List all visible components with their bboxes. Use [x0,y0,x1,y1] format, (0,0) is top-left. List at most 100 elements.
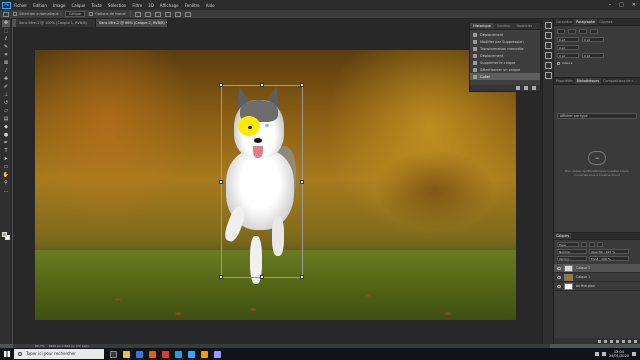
rectangle-tool-icon[interactable]: ▭ [2,164,10,171]
hand-tool-icon[interactable]: ✋ [2,172,10,179]
lasso-tool-icon[interactable]: ℓ [2,36,10,43]
dodge-tool-icon[interactable]: ● [2,132,10,139]
menu-3d[interactable]: 3D [148,3,154,8]
taskbar-search[interactable]: Taper ici pour rechercher [14,349,104,359]
eraser-tool-icon[interactable]: ▱ [2,108,10,115]
visibility-eye-icon[interactable] [557,284,561,288]
filter-adjustment-icon[interactable] [589,242,595,247]
new-group-icon[interactable] [622,339,625,343]
history-item[interactable]: Modifier par Suppression [470,38,540,45]
add-mask-icon[interactable] [610,339,613,343]
photoshop-taskbar-icon[interactable] [188,350,195,358]
volume-icon[interactable] [601,352,606,356]
camera-icon[interactable] [524,86,528,90]
menu-filter[interactable]: Filtre [132,3,142,8]
menu-view[interactable]: Affichage [160,3,179,8]
auto-select-dropdown[interactable]: Calque [64,11,86,17]
align-left-icon[interactable] [557,29,565,34]
tab-document-2[interactable]: Sans titre-2 @ 66% (Calque 2, RVB/8) * [96,19,168,27]
tab-glyphs[interactable]: Glyphes [597,19,614,25]
history-item[interactable]: Déplacement [470,31,540,38]
visibility-eye-icon[interactable] [557,266,561,270]
transform-handle[interactable] [260,83,264,87]
menu-layer[interactable]: Calque [71,3,85,8]
adjustments-panel-icon[interactable] [544,42,552,49]
acrobat-icon[interactable] [162,350,169,358]
pen-tool-icon[interactable]: ✒ [2,140,10,147]
align-top-icon[interactable] [165,11,172,17]
layer-style-icon[interactable] [604,339,607,343]
premiere-taskbar-icon[interactable] [214,350,221,358]
tab-document-1[interactable]: Sans titre-1 @ 100% (Calque 1, RVB/8) [16,19,96,27]
history-item[interactable]: Sélectionner un calque [470,66,540,73]
align-center-icon[interactable] [145,11,152,17]
hyphenate-checkbox[interactable] [557,61,560,65]
layer-row[interactable]: Arrière-plan [554,282,640,291]
frame-tool-icon[interactable]: ⊠ [2,60,10,67]
history-item[interactable]: Transformation manuelle [470,45,540,52]
indent-right-field[interactable]: 0 pt [582,37,604,42]
maximize-button[interactable]: □ [619,2,624,8]
type-tool-icon[interactable]: T [2,148,10,155]
view-by-type-dropdown[interactable]: Afficher par type [557,113,637,119]
visibility-eye-icon[interactable] [557,275,561,279]
menu-image[interactable]: Image [53,3,66,8]
tab-color[interactable]: Couleur [494,23,514,29]
menu-select[interactable]: Sélection [108,3,126,8]
layer-row[interactable]: Calque 2 [554,264,640,273]
brush-settings-icon[interactable] [544,72,552,79]
show-transform-option[interactable]: Options de transf. [89,12,126,16]
transform-handle[interactable] [300,83,304,87]
menu-window[interactable]: Fenêtre [185,3,200,8]
menu-edit[interactable]: Edition [33,3,47,8]
menu-help[interactable]: Aide [206,3,215,8]
first-line-indent-field[interactable]: 0 pt [557,45,579,50]
transform-handle[interactable] [219,180,223,184]
transform-handle[interactable] [260,275,264,279]
more-tools-icon[interactable]: … [2,188,10,195]
clone-stamp-tool-icon[interactable]: ⊥ [2,92,10,99]
transform-handle[interactable] [300,275,304,279]
transform-bounding-box[interactable] [219,83,304,279]
transform-handle[interactable] [219,275,223,279]
path-selection-tool-icon[interactable]: ➤ [2,156,10,163]
character-panel-icon[interactable] [544,62,552,69]
tab-history[interactable]: Historique [470,23,494,29]
auto-select-option[interactable]: Sélection automatique : [13,12,61,16]
align-middle-icon[interactable] [175,11,182,17]
foreground-color-swatch[interactable] [2,232,7,237]
network-icon[interactable] [594,352,599,356]
filter-pixel-icon[interactable] [581,242,587,247]
fill-field[interactable]: Fond : 100 % [589,256,629,261]
history-brush-tool-icon[interactable]: ↺ [2,100,10,107]
minimize-button[interactable]: – [609,2,612,8]
align-right-icon[interactable] [579,29,587,34]
blend-mode-dropdown[interactable]: Normal [557,249,587,254]
align-left-icon[interactable] [135,11,142,17]
illustrator-taskbar-icon[interactable] [201,350,208,358]
quick-select-tool-icon[interactable]: ✎ [2,44,10,51]
menu-file[interactable]: Fichier [14,3,27,8]
history-panel-icon[interactable] [544,22,552,29]
tab-layers[interactable]: Calques [554,233,572,239]
menu-type[interactable]: Texte [91,3,102,8]
layer-row[interactable]: Calque 1 [554,273,640,282]
history-item[interactable]: Déplacement [470,52,540,59]
healing-brush-tool-icon[interactable]: ✚ [2,76,10,83]
zoom-tool-icon[interactable]: ⚲ [2,180,10,187]
transform-handle[interactable] [300,180,304,184]
firefox-icon[interactable] [149,350,156,358]
history-item[interactable]: Supprimer le calque [470,59,540,66]
layer-kind-filter[interactable]: Type [557,242,579,247]
paragraph-panel-icon[interactable] [544,52,552,59]
align-right-icon[interactable] [155,11,162,17]
trash-icon[interactable] [532,86,536,90]
notifications-icon[interactable] [632,352,636,356]
marquee-tool-icon[interactable]: ⬚ [2,28,10,35]
crop-tool-icon[interactable]: ⌗ [2,52,10,59]
start-button[interactable] [0,348,14,360]
auto-select-checkbox[interactable] [13,12,17,16]
align-center-icon[interactable] [568,29,576,34]
edge-icon[interactable] [136,350,143,358]
history-item-active[interactable]: Coller [470,73,540,80]
